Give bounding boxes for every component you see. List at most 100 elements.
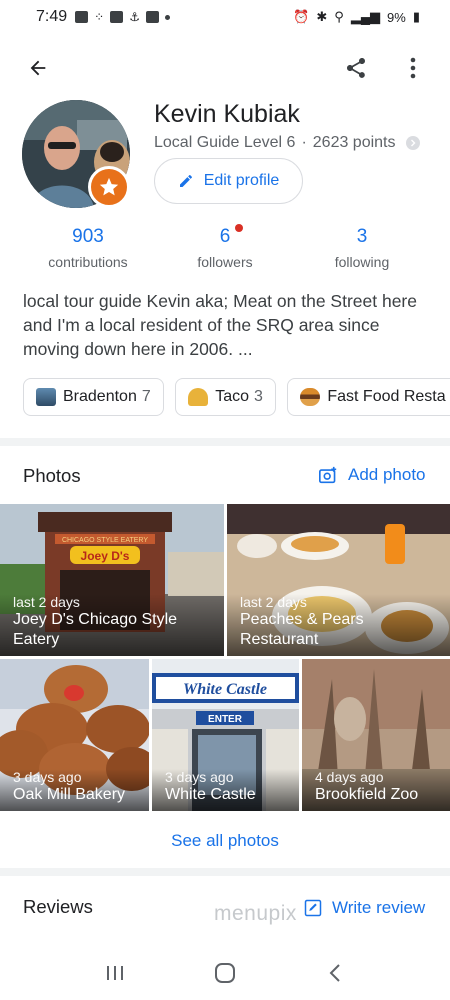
add-photo-button[interactable]: Add photo (318, 465, 426, 485)
photo-tile[interactable]: 4 days ago Brookfield Zoo (302, 659, 450, 811)
cell-signal-icon: ▂▄▆ (350, 9, 381, 24)
photo-date: 4 days ago (315, 769, 384, 785)
chip-bradenton[interactable]: Bradenton 7 (23, 378, 164, 416)
photos-heading: Photos (23, 465, 81, 486)
burger-icon (300, 388, 321, 406)
see-all-photos-link[interactable]: See all photos (0, 831, 450, 851)
photo-tile[interactable]: last 2 days Peaches & Pears Restaurant (227, 504, 450, 656)
add-photo-label: Add photo (348, 465, 426, 484)
profile-stats: 903 contributions 6 followers 3 followin… (0, 224, 450, 276)
edit-profile-button[interactable]: Edit profile (154, 158, 303, 204)
stat-value: 903 (72, 226, 104, 247)
guide-points: 2623 points (312, 134, 396, 151)
new-follower-dot (235, 224, 243, 232)
chip-taco[interactable]: Taco 3 (175, 378, 276, 416)
back-button[interactable] (22, 52, 54, 84)
battery-icon: ▮ (412, 9, 420, 24)
chip-label: Fast Food Resta (327, 388, 446, 405)
photo-place: Peaches & Pears Restaurant (240, 611, 364, 648)
gallery-icon (145, 11, 159, 23)
photo-tile[interactable]: CHICAGO STYLE EATERY Joey D's last 2 day… (0, 504, 224, 656)
stat-following[interactable]: 3 following (302, 226, 422, 270)
recent-apps-button[interactable] (95, 953, 135, 993)
photo-place: Brookfield Zoo (315, 786, 419, 803)
chevron-left-icon (329, 964, 340, 982)
stat-followers[interactable]: 6 followers (165, 224, 285, 270)
back-arrow-icon (30, 60, 46, 76)
system-icons: ⏰ ✱ ⚲ ▂▄▆ 9% ▮ (293, 9, 420, 25)
photo-date: 3 days ago (165, 769, 234, 785)
chip-label: Bradenton (63, 388, 137, 405)
share-button[interactable] (340, 52, 372, 84)
followers-count: 6 (219, 226, 231, 247)
local-guide-star-icon (88, 166, 130, 208)
photo-caption: 3 days ago Oak Mill Bakery (0, 769, 149, 811)
system-navigation-bar (0, 946, 450, 1000)
chip-count: 3 (254, 388, 263, 405)
pencil-icon (179, 175, 192, 187)
location-icon: ⚲ (334, 9, 344, 24)
app-bar (0, 44, 450, 90)
home-icon (215, 963, 235, 983)
storefront-chicago-sign: CHICAGO STYLE EATERY (62, 537, 148, 544)
share-icon (347, 58, 365, 78)
home-button[interactable] (205, 953, 245, 993)
watermark: menupix (214, 902, 297, 925)
system-back-button[interactable] (315, 953, 355, 993)
facebook-icon (110, 11, 124, 23)
alarm-icon: ⏰ (293, 9, 310, 24)
taco-icon (188, 388, 209, 406)
photo-date: last 2 days (240, 594, 307, 610)
battery-level: 9% (387, 9, 406, 25)
status-time: 7:49 (36, 8, 68, 25)
guide-level[interactable]: Local Guide Level 6 · 2623 points (154, 134, 420, 152)
signal-dots-icon: ⁘ (94, 10, 105, 24)
notification-icons: ⁘ ⚓ (75, 10, 170, 24)
photo-place: Oak Mill Bakery (13, 786, 126, 803)
more-options-button[interactable] (398, 52, 428, 84)
section-divider (0, 868, 450, 876)
photo-caption: last 2 days Joey D's Chicago Style Eater… (0, 594, 224, 656)
write-review-icon (304, 899, 322, 917)
stat-value: 3 (356, 226, 368, 247)
white-castle-sign: White Castle (183, 681, 267, 698)
photo-date: last 2 days (13, 594, 80, 610)
add-photo-icon (319, 466, 337, 484)
photo-caption: last 2 days Peaches & Pears Restaurant (227, 594, 450, 656)
write-review-button[interactable]: Write review (304, 898, 425, 918)
city-icon (36, 388, 56, 406)
chevron-right-icon (405, 136, 420, 150)
stat-label: contributions (48, 254, 128, 270)
recents-icon (107, 966, 123, 980)
photo-caption: 3 days ago White Castle (152, 769, 299, 811)
bluetooth-icon: ✱ (316, 9, 328, 24)
edit-profile-label: Edit profile (203, 172, 280, 189)
chip-fast-food[interactable]: Fast Food Resta (287, 378, 450, 416)
profile-bio[interactable]: local tour guide Kevin aka; Meat on the … (23, 289, 428, 361)
reviews-heading: Reviews (23, 896, 93, 917)
stat-label: following (334, 254, 390, 270)
storefront-joey-sign: Joey D's (81, 549, 130, 563)
photo-place: White Castle (165, 786, 256, 803)
photo-caption: 4 days ago Brookfield Zoo (302, 769, 450, 811)
section-divider (0, 438, 450, 446)
write-review-label: Write review (332, 898, 426, 917)
status-bar: 7:49 ⁘ ⚓ ⏰ ✱ ⚲ ▂▄▆ 9% ▮ (0, 0, 450, 34)
stat-contributions[interactable]: 903 contributions (28, 226, 148, 270)
more-vert-icon (410, 57, 416, 79)
topic-chips: Bradenton 7 Taco 3 Fast Food Resta (23, 378, 450, 416)
photo-tile[interactable]: 3 days ago Oak Mill Bakery (0, 659, 149, 811)
usb-icon: ⚓ (129, 10, 140, 24)
photo-place: Joey D's Chicago Style Eatery (13, 611, 178, 648)
photo-date: 3 days ago (13, 769, 82, 785)
level-separator: · (301, 134, 307, 151)
more-notifications-icon (164, 14, 170, 20)
chip-label: Taco (215, 388, 249, 405)
enter-sign: ENTER (208, 714, 243, 725)
app-notification-icon (75, 11, 89, 23)
guide-level-text: Local Guide Level 6 (154, 134, 296, 151)
profile-name: Kevin Kubiak (154, 100, 300, 128)
photo-tile[interactable]: White Castle ENTER 3 days ago White Cast… (152, 659, 299, 811)
stat-value: 6 (165, 224, 285, 248)
stat-label: followers (197, 254, 253, 270)
